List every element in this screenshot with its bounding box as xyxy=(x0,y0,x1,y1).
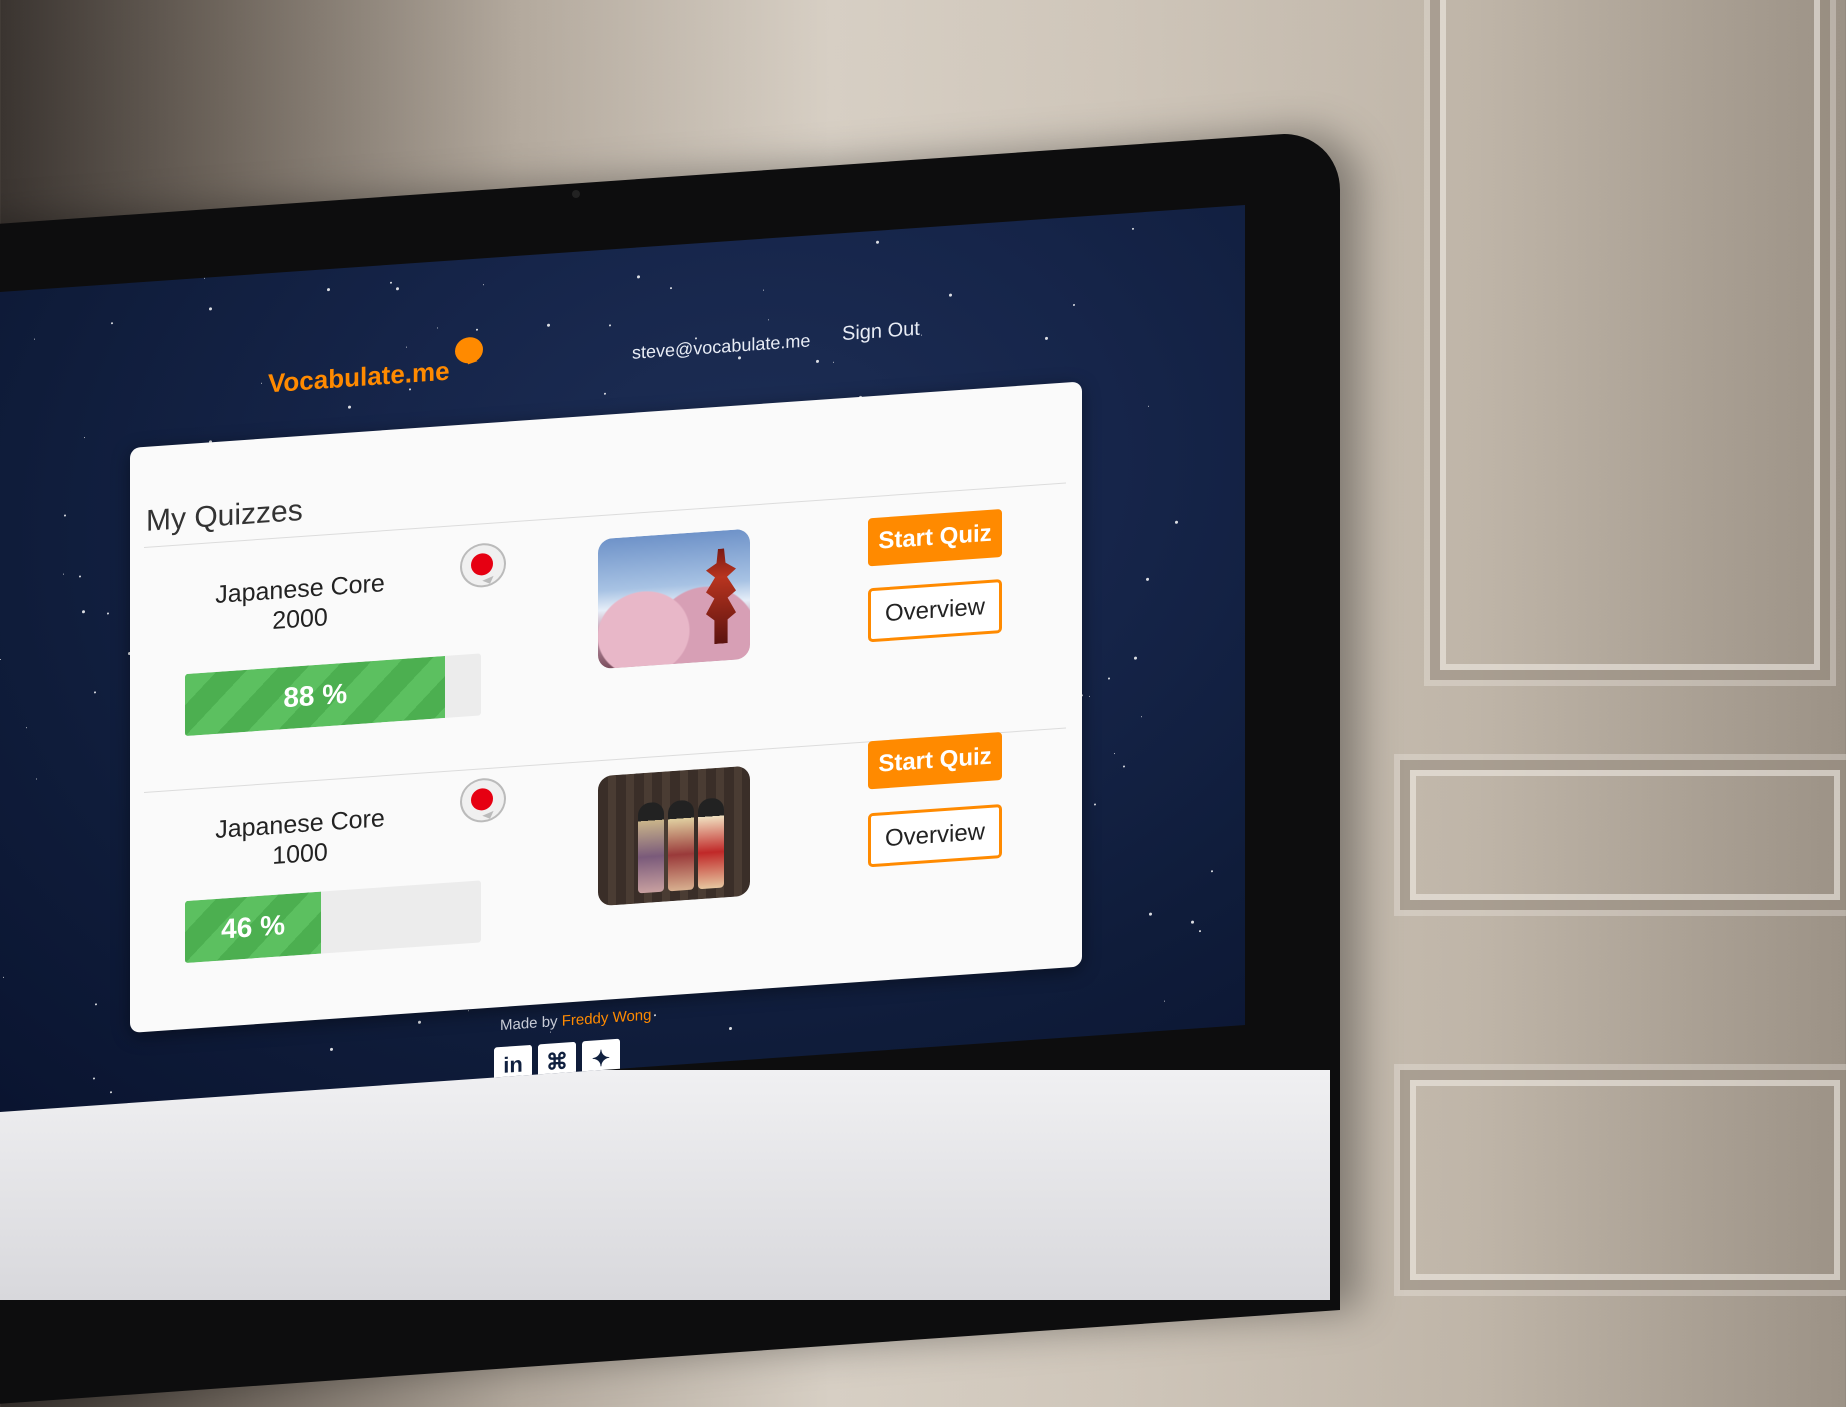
star xyxy=(1134,656,1137,660)
star xyxy=(609,324,611,327)
star xyxy=(468,1010,469,1012)
star xyxy=(547,323,550,327)
star xyxy=(95,1003,97,1006)
pagoda-shape xyxy=(706,548,736,645)
progress-fill: 88 % xyxy=(185,655,446,737)
star xyxy=(418,1020,421,1024)
star xyxy=(816,359,819,363)
star xyxy=(1146,577,1149,581)
star xyxy=(1175,520,1178,524)
star xyxy=(1073,303,1075,307)
progress-bar: 46 % xyxy=(185,880,481,964)
quizzes-card: My Quizzes Japanese Core 2000 88 % Start… xyxy=(130,381,1082,1033)
star xyxy=(604,392,606,395)
star xyxy=(84,437,85,439)
star xyxy=(26,727,27,729)
star xyxy=(0,658,1,661)
star xyxy=(1191,920,1194,924)
speech-bubble-icon xyxy=(455,336,483,365)
star xyxy=(637,275,640,279)
start-quiz-button[interactable]: Start Quiz xyxy=(868,508,1002,567)
star xyxy=(1141,716,1142,718)
star xyxy=(1132,227,1134,230)
sign-out-link[interactable]: Sign Out xyxy=(842,318,920,346)
japan-flag-bubble-icon xyxy=(460,776,506,824)
monitor-chin xyxy=(0,1070,1330,1300)
star xyxy=(437,327,438,329)
star xyxy=(476,328,478,331)
camera-icon xyxy=(572,190,580,198)
star xyxy=(1108,677,1110,680)
star xyxy=(34,338,35,340)
screen: Vocabulate.me steve@vocabulate.me Sign O… xyxy=(0,205,1245,1113)
star xyxy=(1045,336,1048,340)
star xyxy=(82,610,85,614)
made-by-label: Made by xyxy=(500,1013,558,1035)
progress-bar: 88 % xyxy=(185,653,481,737)
star xyxy=(396,287,399,291)
star xyxy=(1148,405,1149,407)
star xyxy=(330,1047,333,1051)
star xyxy=(93,1077,95,1080)
star xyxy=(327,287,330,292)
star xyxy=(1094,803,1096,806)
quiz-name: Japanese Core 1000 xyxy=(215,804,385,871)
footer-credit: Made by Freddy Wong xyxy=(500,1007,651,1035)
star xyxy=(738,356,741,360)
user-email: steve@vocabulate.me xyxy=(632,330,811,363)
star xyxy=(654,1014,656,1017)
star xyxy=(1114,753,1115,755)
star xyxy=(1164,1000,1165,1002)
progress-fill: 46 % xyxy=(185,891,322,964)
overview-button[interactable]: Overview xyxy=(868,578,1002,643)
star xyxy=(729,1026,732,1031)
mount-fuji-pagoda-image xyxy=(598,528,750,670)
star xyxy=(949,293,952,297)
star xyxy=(483,284,484,286)
star xyxy=(1211,870,1213,873)
star xyxy=(3,976,4,978)
overview-button[interactable]: Overview xyxy=(868,803,1002,868)
author-link[interactable]: Freddy Wong xyxy=(562,1007,652,1030)
progress-label: 46 % xyxy=(221,909,285,945)
star xyxy=(390,281,392,284)
star xyxy=(36,778,37,780)
star xyxy=(261,382,262,384)
star xyxy=(763,289,764,291)
star xyxy=(1199,930,1201,933)
star xyxy=(63,573,64,575)
japan-flag-bubble-icon xyxy=(460,541,506,589)
star xyxy=(79,575,81,578)
star xyxy=(107,612,109,615)
star xyxy=(550,1031,551,1033)
star xyxy=(670,287,672,290)
quiz-name: Japanese Core 2000 xyxy=(215,569,385,636)
wall-panel xyxy=(1400,1070,1846,1290)
logo[interactable]: Vocabulate.me xyxy=(268,356,450,400)
star xyxy=(833,361,834,363)
wall-panel xyxy=(1400,760,1846,910)
star xyxy=(1089,695,1090,697)
star xyxy=(204,277,205,279)
star xyxy=(111,322,113,325)
star xyxy=(110,1091,112,1094)
geisha-street-image xyxy=(598,765,750,907)
star xyxy=(876,240,879,244)
star xyxy=(94,691,96,694)
star xyxy=(348,405,351,409)
star xyxy=(921,334,922,336)
star xyxy=(209,307,212,311)
star xyxy=(1123,765,1125,768)
star xyxy=(1149,912,1152,916)
star xyxy=(768,319,769,321)
star xyxy=(406,346,407,348)
star xyxy=(64,514,66,517)
start-quiz-button[interactable]: Start Quiz xyxy=(868,731,1002,790)
page-title: My Quizzes xyxy=(146,493,303,538)
progress-label: 88 % xyxy=(283,677,348,714)
wall-panel xyxy=(1430,0,1830,680)
